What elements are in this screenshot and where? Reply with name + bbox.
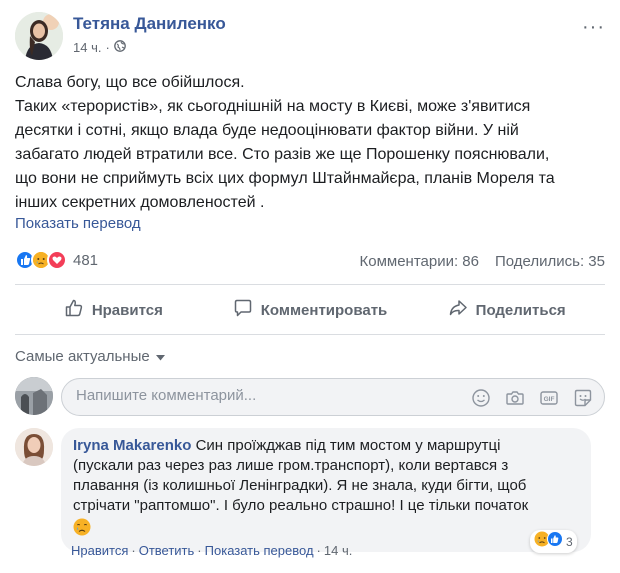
divider	[15, 334, 605, 335]
comment-input[interactable]	[76, 387, 456, 404]
svg-text:GIF: GIF	[544, 396, 555, 403]
comment-button[interactable]: Комментировать	[212, 288, 409, 332]
facebook-post-card: Тетяна Даниленко 14 ч. · ··· Слава богу,…	[0, 0, 620, 573]
comment-line: стрічати "раптомшо". І було реально стра…	[73, 497, 529, 514]
show-translation-link[interactable]: Показать перевод	[15, 215, 141, 232]
post-body: Слава богу, що все обійшлося. Таких «тер…	[15, 71, 610, 215]
post-header: Тетяна Даниленко 14 ч. · ···	[15, 12, 605, 62]
reaction-summary[interactable]: 481	[15, 250, 98, 270]
separator-dot: ·	[316, 543, 321, 558]
commenter-name[interactable]: Iryna Makarenko	[73, 437, 191, 454]
separator-dot: ·	[131, 543, 136, 558]
emoji-icon[interactable]	[470, 387, 492, 409]
like-button[interactable]: Нравится	[15, 288, 212, 332]
post-line: Таких «терористів», як сьогоднішній на м…	[15, 98, 531, 115]
comment-timestamp[interactable]: 14 ч.	[324, 543, 352, 558]
comment-bubble: Iryna Makarenko Син проїжджав під тим мо…	[61, 428, 591, 552]
comment-line: Iryna Makarenko Син проїжджав під тим мо…	[73, 436, 579, 456]
comment-like-link[interactable]: Нравится	[71, 543, 128, 558]
caret-down-icon	[155, 348, 165, 365]
share-arrow-icon	[448, 298, 468, 322]
love-reaction-icon	[47, 250, 67, 270]
comment-line: (пускали раз через раз лише гром.транспо…	[73, 457, 509, 474]
globe-icon[interactable]	[113, 40, 126, 55]
post-action-bar: Нравится Комментировать Поделиться	[15, 288, 605, 332]
comment-text: Син проїжджав під тим мостом у маршрутці	[195, 437, 501, 454]
comment-input-box[interactable]: GIF	[61, 378, 605, 416]
comments-count[interactable]: Комментарии: 86	[360, 253, 480, 270]
camera-icon[interactable]	[504, 387, 526, 409]
composer-tools: GIF	[470, 387, 594, 409]
reaction-count[interactable]: 481	[73, 252, 98, 269]
post-author-name[interactable]: Тетяна Даниленко	[73, 14, 226, 34]
divider	[15, 284, 605, 285]
author-avatar[interactable]	[15, 12, 63, 60]
post-timestamp[interactable]: 14 ч.	[73, 40, 101, 55]
speech-bubble-icon	[233, 298, 253, 322]
engagement-counts: Комментарии: 86 Поделились: 35	[360, 253, 606, 270]
post-line: забагато людей втратили все. Сто разів ж…	[15, 146, 550, 163]
like-reaction-icon	[547, 531, 563, 552]
post-meta: 14 ч. ·	[73, 40, 126, 55]
comment-button-label: Комментировать	[260, 301, 388, 319]
share-button-label: Поделиться	[475, 301, 566, 319]
comment-line: плавання (із колишньої Ленінградки). Я н…	[73, 477, 527, 494]
commenter-avatar[interactable]	[15, 428, 53, 466]
comment-composer: GIF	[15, 377, 605, 417]
gif-icon[interactable]: GIF	[538, 387, 560, 409]
post-line: Слава богу, що все обійшлося.	[15, 74, 245, 91]
sort-label: Самые актуальные	[15, 348, 150, 365]
comment-actions: Нравится · Ответить · Показать перевод · 14 ч.	[71, 543, 352, 558]
sticker-icon[interactable]	[572, 387, 594, 409]
like-button-label: Нравится	[91, 301, 163, 319]
share-button[interactable]: Поделиться	[408, 288, 605, 332]
current-user-avatar[interactable]	[15, 377, 53, 415]
crying-emoji-icon	[73, 518, 579, 542]
post-line: що вони не сприймуть всіх цих формул Шта…	[15, 170, 555, 187]
comment-reply-link[interactable]: Ответить	[139, 543, 195, 558]
comment-reaction-count: 3	[566, 534, 573, 549]
more-options-icon[interactable]: ···	[582, 16, 605, 39]
separator-dot: ·	[105, 40, 110, 55]
comment-translate-link[interactable]: Показать перевод	[205, 543, 314, 558]
thumbs-up-icon	[64, 298, 84, 322]
comment-sort-dropdown[interactable]: Самые актуальные	[15, 348, 165, 365]
post-line: десятки і сотні, якщо влада буде недооці…	[15, 122, 519, 139]
comment-reactions[interactable]: 3	[530, 530, 577, 553]
separator-dot: ·	[197, 543, 202, 558]
shares-count[interactable]: Поделились: 35	[495, 253, 605, 270]
post-line: інших секретних домовленостей .	[15, 194, 265, 211]
post-stats: 481 Комментарии: 86 Поделились: 35	[15, 250, 605, 274]
